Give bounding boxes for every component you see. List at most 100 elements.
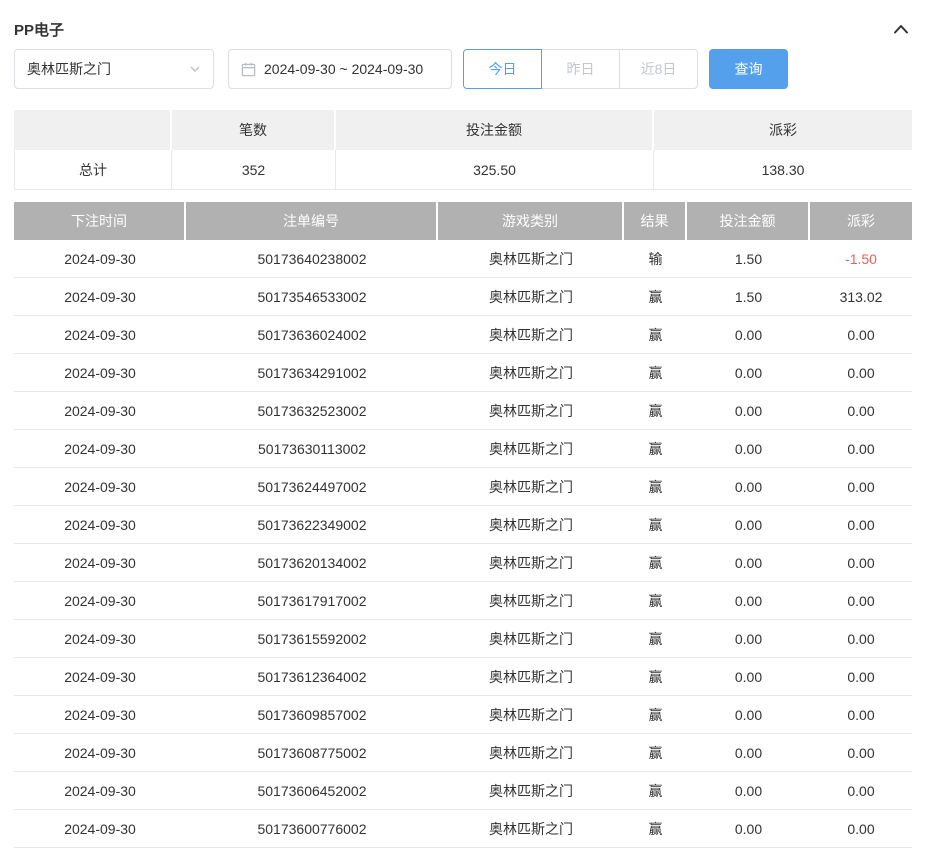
cell-bet-amount: 0.00 [687, 468, 810, 506]
cell-payout: 0.00 [810, 544, 912, 582]
cell-order-no: 50173606452002 [186, 772, 438, 810]
cell-result: 赢 [624, 430, 687, 468]
cell-game-type: 奥林匹斯之门 [438, 430, 624, 468]
cell-order-no: 50173620134002 [186, 544, 438, 582]
table-row: 2024-09-3050173634291002奥林匹斯之门赢0.000.00 [14, 354, 912, 392]
cell-payout: 0.00 [810, 316, 912, 354]
filter-row: 奥林匹斯之门 2024-09-30 ~ 2024-09-30 今日 昨日 近8日… [14, 49, 912, 89]
cell-game-type: 奥林匹斯之门 [438, 620, 624, 658]
cell-game-type: 奥林匹斯之门 [438, 278, 624, 316]
summary-header-row: 笔数 投注金额 派彩 [14, 110, 912, 150]
cell-order-no: 50173624497002 [186, 468, 438, 506]
cell-bet-time: 2024-09-30 [14, 810, 186, 848]
summary-payout-value: 138.30 [654, 150, 912, 190]
cell-bet-time: 2024-09-30 [14, 620, 186, 658]
cell-payout: 0.00 [810, 810, 912, 848]
cell-game-type: 奥林匹斯之门 [438, 506, 624, 544]
calendar-icon [241, 62, 256, 77]
cell-order-no: 50173615592002 [186, 620, 438, 658]
cell-order-no: 50173608775002 [186, 734, 438, 772]
today-button[interactable]: 今日 [463, 49, 542, 89]
table-row: 2024-09-3050173615592002奥林匹斯之门赢0.000.00 [14, 620, 912, 658]
cell-result: 赢 [624, 696, 687, 734]
cell-payout: 0.00 [810, 430, 912, 468]
cell-bet-amount: 0.00 [687, 430, 810, 468]
cell-result: 赢 [624, 658, 687, 696]
cell-order-no: 50173640238002 [186, 240, 438, 278]
cell-bet-time: 2024-09-30 [14, 696, 186, 734]
cell-game-type: 奥林匹斯之门 [438, 354, 624, 392]
summary-count-value: 352 [172, 150, 336, 190]
cell-bet-amount: 0.00 [687, 506, 810, 544]
cell-payout: 0.00 [810, 468, 912, 506]
cell-bet-time: 2024-09-30 [14, 506, 186, 544]
cell-order-no: 50173622349002 [186, 506, 438, 544]
cell-result: 赢 [624, 392, 687, 430]
cell-bet-time: 2024-09-30 [14, 658, 186, 696]
cell-order-no: 50173612364002 [186, 658, 438, 696]
col-header-game-type: 游戏类别 [438, 202, 624, 240]
cell-game-type: 奥林匹斯之门 [438, 240, 624, 278]
cell-game-type: 奥林匹斯之门 [438, 810, 624, 848]
cell-bet-time: 2024-09-30 [14, 772, 186, 810]
cell-game-type: 奥林匹斯之门 [438, 316, 624, 354]
cell-bet-amount: 0.00 [687, 810, 810, 848]
table-row: 2024-09-3050173546533002奥林匹斯之门赢1.50313.0… [14, 278, 912, 316]
search-button[interactable]: 查询 [709, 49, 788, 89]
summary-total-label: 总计 [14, 150, 172, 190]
cell-order-no: 50173546533002 [186, 278, 438, 316]
panel-header: PP电子 [14, 0, 912, 40]
cell-bet-time: 2024-09-30 [14, 468, 186, 506]
cell-payout: -1.50 [810, 240, 912, 278]
panel-title: PP电子 [14, 19, 64, 40]
cell-bet-amount: 0.00 [687, 392, 810, 430]
cell-bet-time: 2024-09-30 [14, 278, 186, 316]
cell-bet-amount: 0.00 [687, 734, 810, 772]
summary-table: 笔数 投注金额 派彩 总计 352 325.50 138.30 [14, 110, 912, 190]
cell-game-type: 奥林匹斯之门 [438, 658, 624, 696]
table-row: 2024-09-3050173630113002奥林匹斯之门赢0.000.00 [14, 430, 912, 468]
cell-bet-amount: 0.00 [687, 354, 810, 392]
cell-bet-time: 2024-09-30 [14, 316, 186, 354]
cell-result: 赢 [624, 316, 687, 354]
table-row: 2024-09-3050173640238002奥林匹斯之门输1.50-1.50 [14, 240, 912, 278]
cell-game-type: 奥林匹斯之门 [438, 468, 624, 506]
cell-payout: 0.00 [810, 392, 912, 430]
cell-bet-amount: 1.50 [687, 278, 810, 316]
cell-result: 赢 [624, 772, 687, 810]
table-row: 2024-09-3050173606452002奥林匹斯之门赢0.000.00 [14, 772, 912, 810]
collapse-chevron-up-icon[interactable] [890, 20, 912, 38]
game-select[interactable]: 奥林匹斯之门 [14, 49, 214, 89]
cell-game-type: 奥林匹斯之门 [438, 772, 624, 810]
game-select-value: 奥林匹斯之门 [27, 59, 111, 79]
cell-game-type: 奥林匹斯之门 [438, 696, 624, 734]
table-row: 2024-09-3050173608775002奥林匹斯之门赢0.000.00 [14, 734, 912, 772]
yesterday-button[interactable]: 昨日 [541, 49, 620, 89]
records-table: 下注时间 注单编号 游戏类别 结果 投注金额 派彩 2024-09-305017… [14, 202, 912, 848]
cell-bet-amount: 0.00 [687, 582, 810, 620]
col-header-bet-time: 下注时间 [14, 202, 186, 240]
summary-header-payout: 派彩 [654, 110, 912, 150]
cell-result: 赢 [624, 620, 687, 658]
date-range-input[interactable]: 2024-09-30 ~ 2024-09-30 [228, 49, 452, 89]
summary-header-empty [14, 110, 172, 150]
table-row: 2024-09-3050173622349002奥林匹斯之门赢0.000.00 [14, 506, 912, 544]
cell-bet-time: 2024-09-30 [14, 430, 186, 468]
cell-result: 赢 [624, 354, 687, 392]
cell-payout: 0.00 [810, 506, 912, 544]
last-8-days-button[interactable]: 近8日 [619, 49, 698, 89]
cell-game-type: 奥林匹斯之门 [438, 582, 624, 620]
cell-payout: 0.00 [810, 354, 912, 392]
table-row: 2024-09-3050173617917002奥林匹斯之门赢0.000.00 [14, 582, 912, 620]
cell-result: 输 [624, 240, 687, 278]
table-row: 2024-09-3050173620134002奥林匹斯之门赢0.000.00 [14, 544, 912, 582]
table-row: 2024-09-3050173624497002奥林匹斯之门赢0.000.00 [14, 468, 912, 506]
cell-bet-time: 2024-09-30 [14, 734, 186, 772]
cell-order-no: 50173634291002 [186, 354, 438, 392]
chevron-down-icon [189, 63, 201, 75]
cell-order-no: 50173630113002 [186, 430, 438, 468]
table-row: 2024-09-3050173600776002奥林匹斯之门赢0.000.00 [14, 810, 912, 848]
summary-header-bet-amount: 投注金额 [336, 110, 654, 150]
table-row: 2024-09-3050173632523002奥林匹斯之门赢0.000.00 [14, 392, 912, 430]
cell-bet-amount: 0.00 [687, 696, 810, 734]
